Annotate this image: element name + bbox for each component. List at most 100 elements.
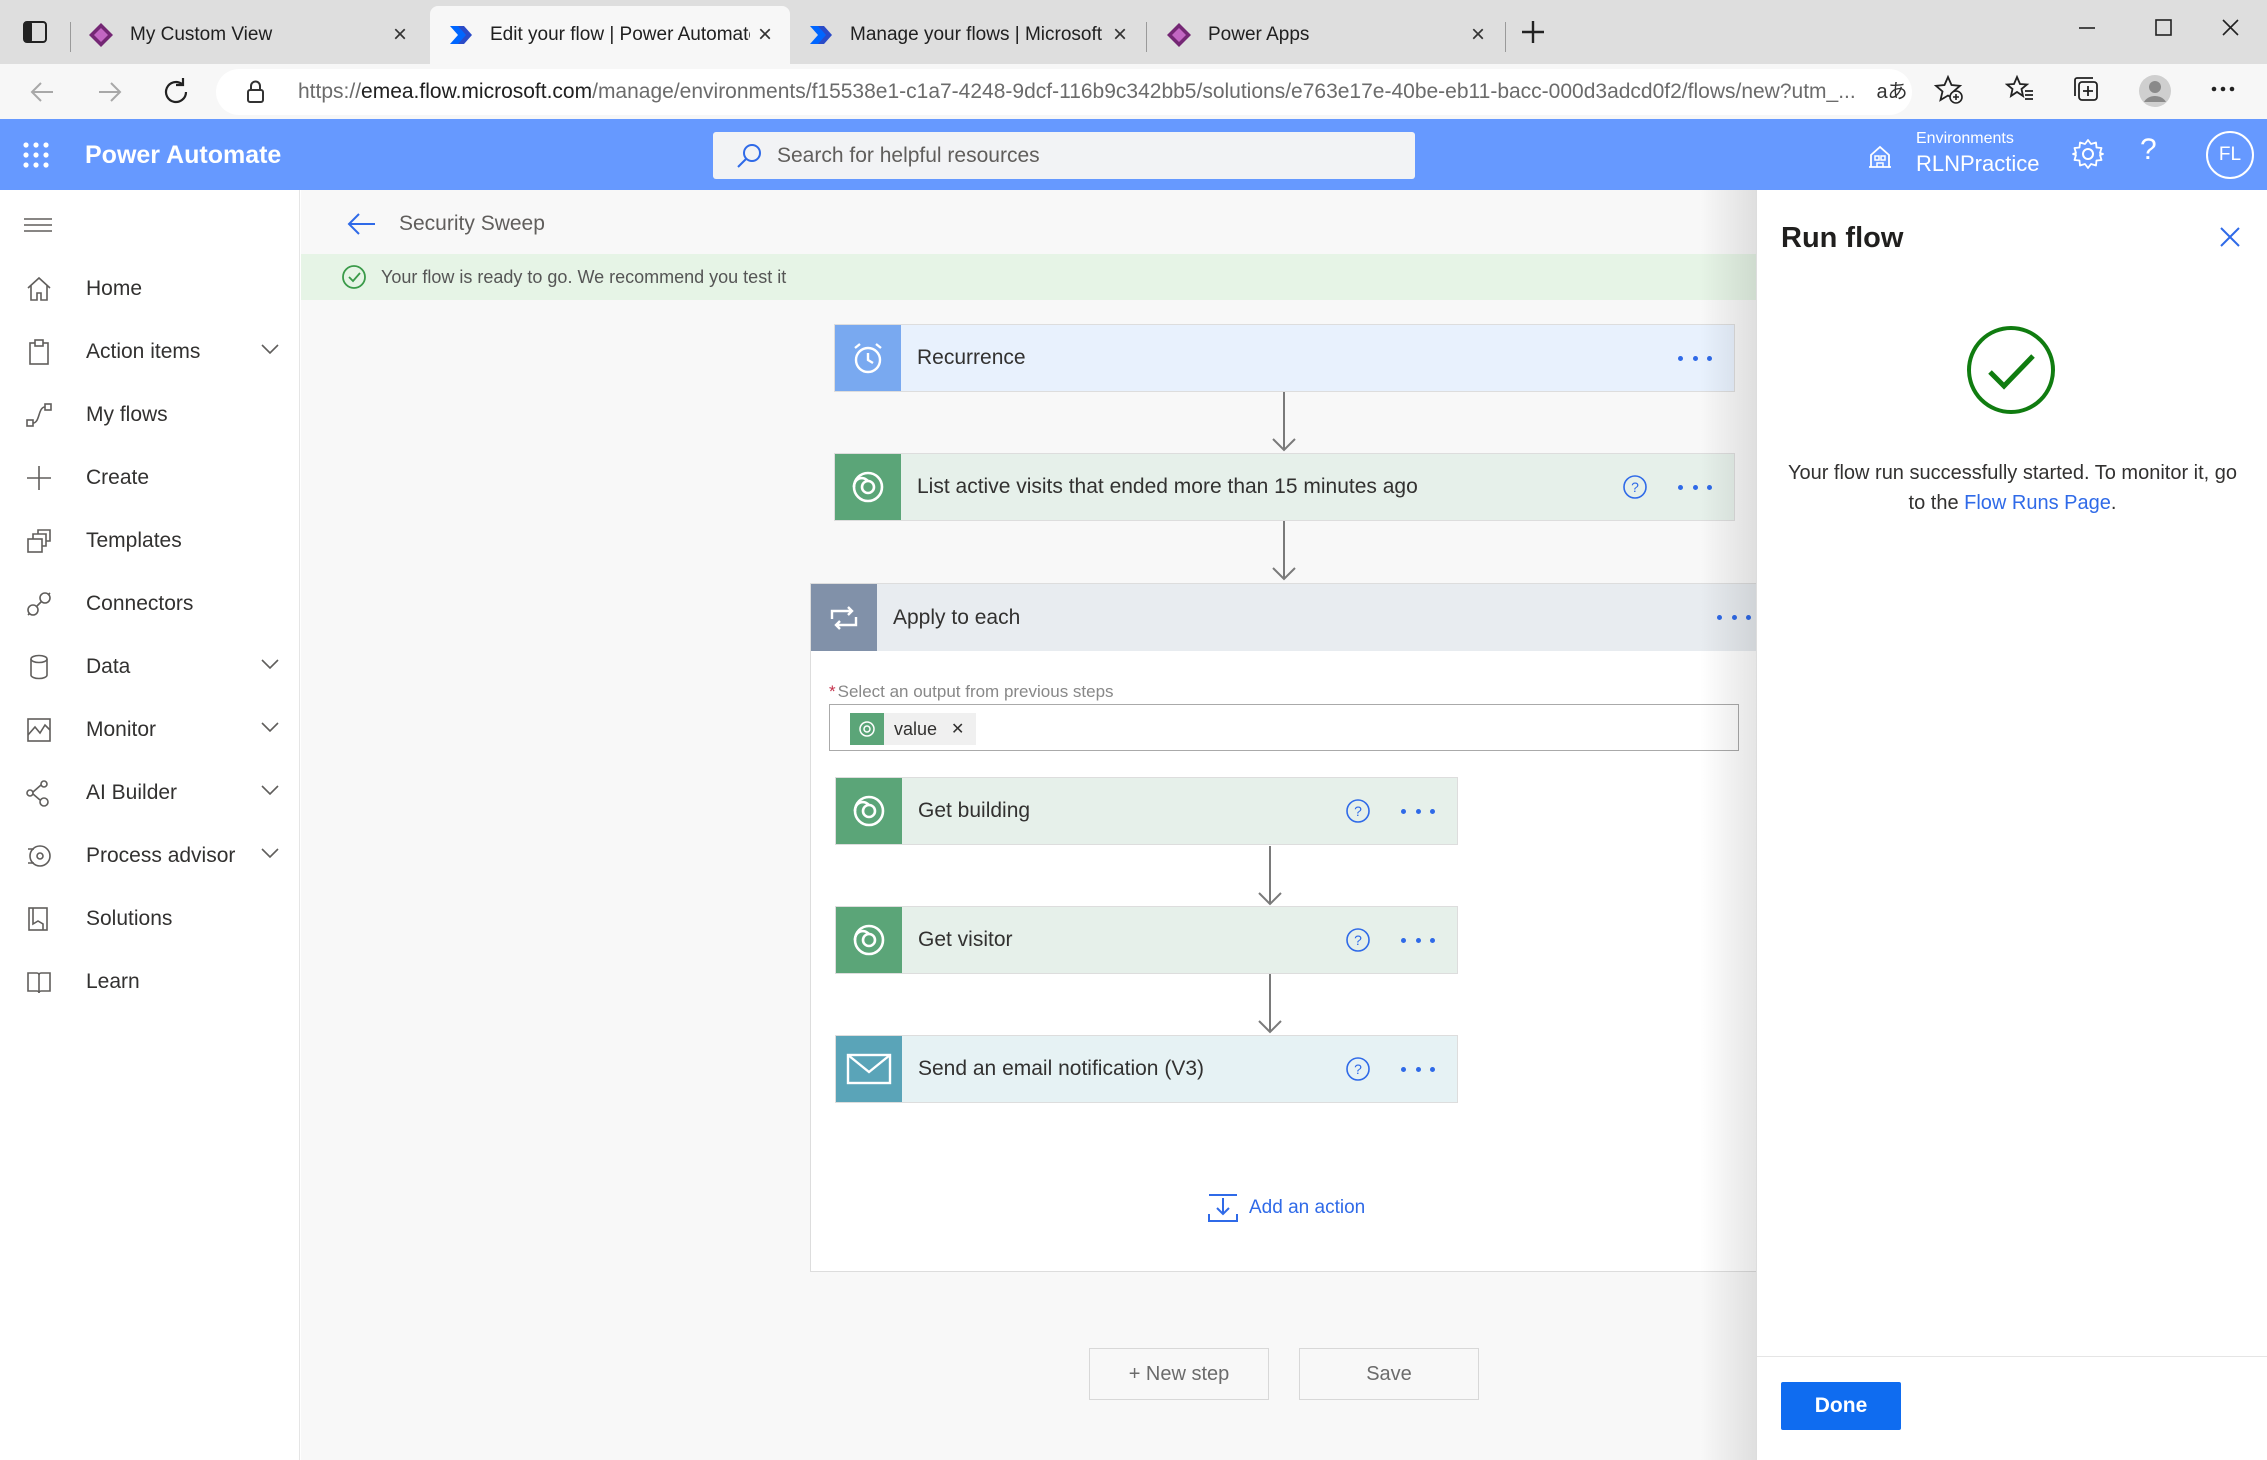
- dynamic-content-token[interactable]: value ✕: [850, 713, 977, 745]
- step-send-email[interactable]: Send an email notification (V3) ?: [835, 1035, 1458, 1103]
- browser-tab-power-apps[interactable]: Power Apps ×: [1148, 6, 1503, 64]
- nav-label: My flows: [86, 402, 168, 426]
- done-button[interactable]: Done: [1781, 1382, 1901, 1430]
- nav-label: Learn: [86, 969, 140, 993]
- step-get-building[interactable]: Get building ?: [835, 777, 1458, 845]
- more-menu-icon[interactable]: [2204, 74, 2242, 110]
- environments-label[interactable]: Environments: [1916, 130, 2014, 148]
- maximize-icon[interactable]: [2139, 8, 2187, 48]
- nav-item-connectors[interactable]: Connectors: [0, 572, 300, 635]
- favorites-icon[interactable]: [2001, 74, 2039, 110]
- nav-item-data[interactable]: Data: [0, 635, 300, 698]
- add-an-action-button[interactable]: Add an action: [1207, 1192, 1365, 1224]
- collections-icon[interactable]: [2067, 74, 2105, 110]
- close-icon[interactable]: ×: [750, 21, 780, 49]
- back-icon[interactable]: [22, 72, 62, 112]
- lock-icon[interactable]: [240, 77, 270, 107]
- app-launcher-icon[interactable]: [22, 141, 50, 169]
- minimize-icon[interactable]: [2063, 8, 2111, 48]
- connector-arrow: [1272, 392, 1296, 452]
- nav-item-monitor[interactable]: Monitor: [0, 698, 300, 761]
- chevron-down-icon[interactable]: [260, 846, 280, 860]
- nav-item-templates[interactable]: Templates: [0, 509, 300, 572]
- dataverse-icon: [835, 454, 901, 520]
- add-favorite-icon[interactable]: [1929, 74, 1967, 110]
- home-icon: [27, 276, 51, 301]
- more-options-icon[interactable]: [1401, 1066, 1435, 1072]
- hamburger-menu-icon[interactable]: [24, 218, 52, 232]
- step-recurrence[interactable]: Recurrence: [834, 324, 1735, 392]
- dataverse-icon: [836, 907, 902, 973]
- connector-arrow: [1258, 846, 1282, 906]
- nav-label: Connectors: [86, 591, 194, 615]
- browser-tab-bar: My Custom View × Edit your flow | Power …: [0, 0, 2267, 64]
- refresh-icon[interactable]: [156, 72, 196, 112]
- output-input[interactable]: value ✕: [829, 704, 1739, 751]
- forward-icon[interactable]: [90, 72, 130, 112]
- chevron-down-icon[interactable]: [260, 720, 280, 734]
- search-input[interactable]: [777, 143, 1377, 168]
- nav-item-learn[interactable]: Learn: [0, 950, 300, 1013]
- profile-avatar-icon[interactable]: [2136, 74, 2174, 110]
- search-box[interactable]: [713, 132, 1415, 179]
- help-circle-icon[interactable]: ?: [1622, 474, 1648, 500]
- nav-item-my-flows[interactable]: My flows: [0, 383, 300, 446]
- connector-icon: [27, 591, 51, 616]
- flow-icon: [26, 402, 52, 427]
- gear-icon[interactable]: [2070, 136, 2106, 172]
- close-icon[interactable]: ×: [1463, 21, 1493, 49]
- nav-item-create[interactable]: Create: [0, 446, 300, 509]
- close-icon[interactable]: ×: [385, 21, 415, 49]
- add-action-icon: [1208, 1194, 1238, 1222]
- close-icon[interactable]: [2217, 224, 2243, 250]
- close-icon[interactable]: ×: [1105, 21, 1135, 49]
- window-close-icon[interactable]: [2206, 8, 2254, 48]
- tab-actions-icon[interactable]: [22, 20, 48, 44]
- app-name[interactable]: Power Automate: [85, 141, 281, 170]
- templates-icon: [27, 528, 51, 553]
- back-arrow-icon[interactable]: [345, 210, 377, 238]
- new-tab-button[interactable]: [1515, 14, 1551, 50]
- flow-runs-page-link[interactable]: Flow Runs Page: [1964, 492, 2111, 514]
- nav-item-action-items[interactable]: Action items: [0, 320, 300, 383]
- chevron-down-icon[interactable]: [260, 657, 280, 671]
- step-list-visits[interactable]: List active visits that ended more than …: [834, 453, 1735, 521]
- nav-label: Home: [86, 276, 143, 300]
- power-automate-icon: [810, 26, 832, 44]
- run-success-message: Your flow run successfully started. To m…: [1787, 462, 2238, 514]
- chevron-down-icon[interactable]: [260, 342, 280, 356]
- step-apply-to-each[interactable]: Apply to each: [811, 584, 1757, 651]
- nav-item-home[interactable]: Home: [0, 257, 300, 320]
- svg-text:?: ?: [1354, 1061, 1362, 1077]
- user-avatar[interactable]: FL: [2206, 131, 2254, 179]
- help-icon[interactable]: ?: [2140, 133, 2157, 167]
- help-circle-icon[interactable]: ?: [1345, 1056, 1371, 1082]
- nav-label: Process advisor: [86, 843, 236, 867]
- power-apps-icon: [1167, 23, 1191, 47]
- help-circle-icon[interactable]: ?: [1345, 798, 1371, 824]
- nav-label: Data: [86, 654, 131, 678]
- nav-item-process-advisor[interactable]: Process advisor: [0, 824, 300, 887]
- nav-item-solutions[interactable]: Solutions: [0, 887, 300, 950]
- new-step-button[interactable]: + New step: [1089, 1348, 1269, 1400]
- step-get-visitor[interactable]: Get visitor ?: [835, 906, 1458, 974]
- nav-item-ai-builder[interactable]: AI Builder: [0, 761, 300, 824]
- browser-tab-my-custom-view[interactable]: My Custom View ×: [70, 6, 425, 64]
- browser-tab-manage-flows[interactable]: Manage your flows | Microsoft Po ×: [790, 6, 1145, 64]
- flow-name[interactable]: Security Sweep: [399, 212, 545, 236]
- environment-icon[interactable]: [1865, 141, 1895, 171]
- chevron-down-icon[interactable]: [260, 783, 280, 797]
- database-icon: [30, 654, 48, 679]
- read-aloud-icon[interactable]: aあ: [1873, 74, 1911, 110]
- help-circle-icon[interactable]: ?: [1345, 927, 1371, 953]
- browser-tab-edit-flow[interactable]: Edit your flow | Power Automate ×: [430, 6, 790, 64]
- solutions-icon: [28, 906, 48, 931]
- more-options-icon[interactable]: [1401, 808, 1435, 814]
- url-field[interactable]: https://emea.flow.microsoft.com/manage/e…: [216, 69, 1912, 115]
- more-options-icon[interactable]: [1401, 937, 1435, 943]
- environment-name[interactable]: RLNPractice: [1916, 151, 2039, 177]
- apply-to-each-container: Apply to each * Select an output from pre…: [810, 583, 1757, 1272]
- save-button[interactable]: Save: [1299, 1348, 1479, 1400]
- nav-label: Templates: [86, 528, 182, 552]
- remove-token-icon[interactable]: ✕: [951, 719, 964, 739]
